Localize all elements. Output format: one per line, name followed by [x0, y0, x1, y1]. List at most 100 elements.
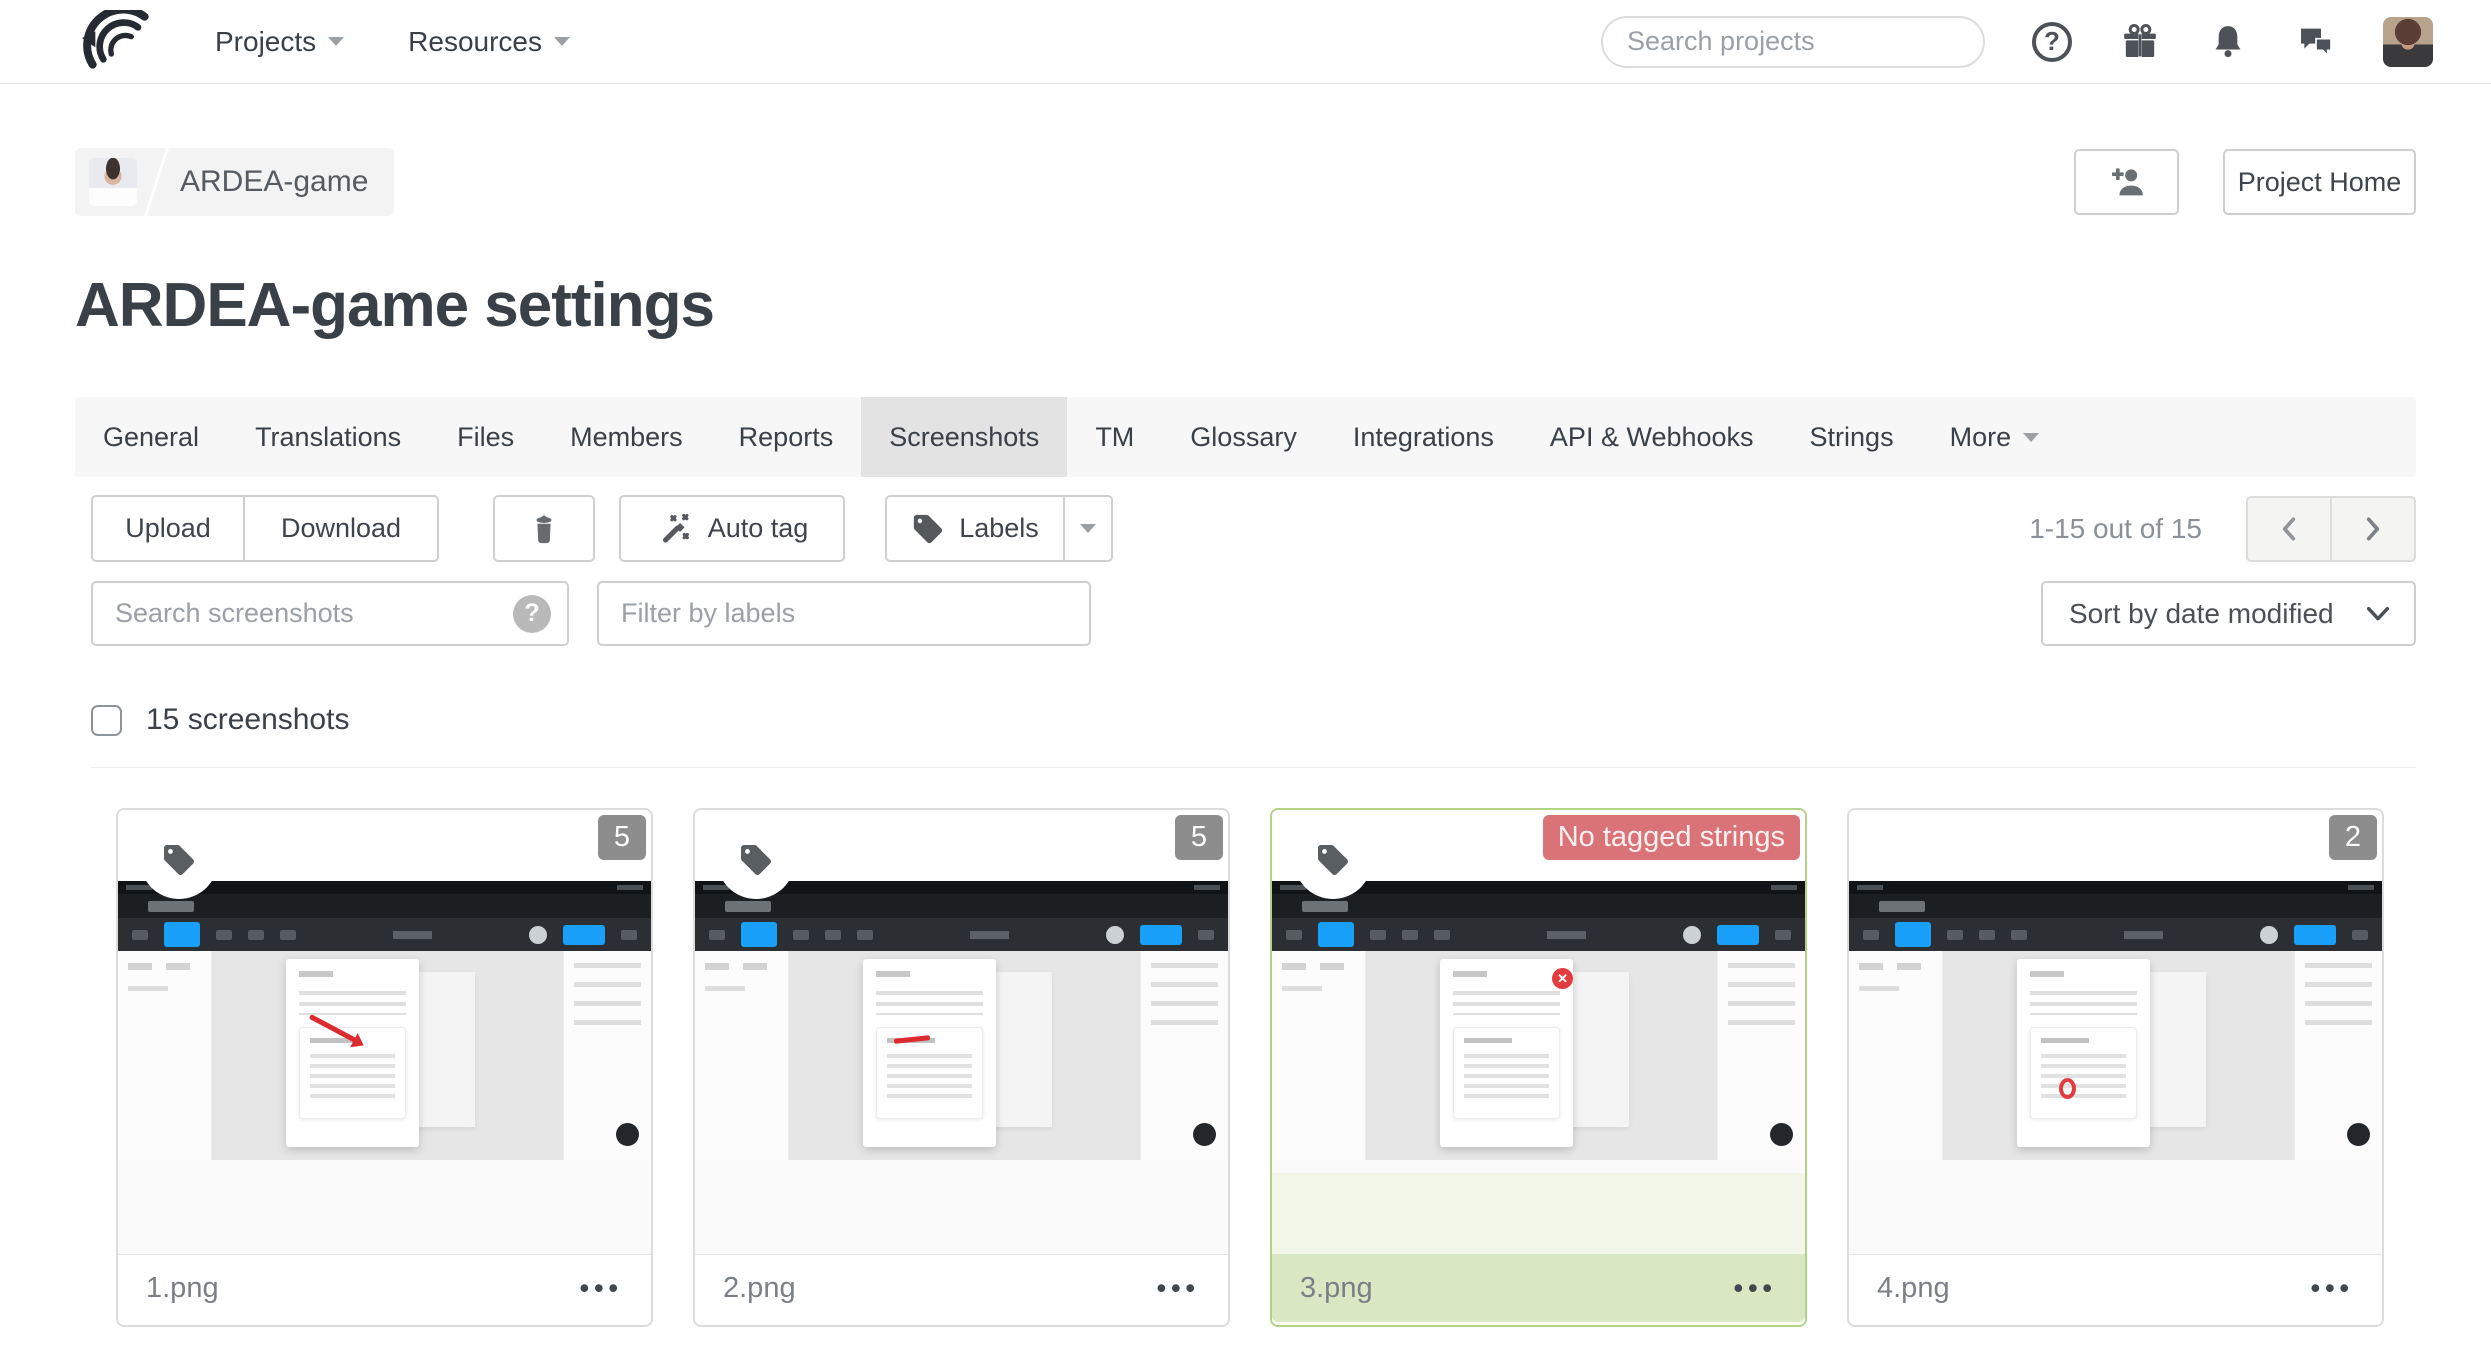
thumb-fab [616, 1123, 639, 1146]
thumb-browser-tabs [1272, 894, 1805, 918]
tab-glossary[interactable]: Glossary [1162, 397, 1325, 477]
tab-screenshots[interactable]: Screenshots [861, 397, 1068, 477]
chevron-down-icon [328, 37, 345, 46]
breadcrumb[interactable]: ARDEA-game [75, 148, 395, 216]
thumb-dialog [285, 959, 420, 1148]
trash-icon [536, 514, 552, 543]
thumb-app-toolbar [1849, 918, 2382, 951]
help-icon[interactable]: ? [2031, 21, 2073, 63]
delete-button[interactable] [493, 495, 595, 562]
thumb-app-toolbar [118, 918, 651, 951]
card-menu-button[interactable]: ••• [2311, 1273, 2354, 1304]
tab-label: Files [457, 421, 515, 452]
chevron-down-icon [1080, 524, 1096, 533]
messages-icon[interactable] [2295, 21, 2337, 63]
invite-user-button[interactable] [2074, 149, 2179, 215]
tab-translations[interactable]: Translations [227, 397, 429, 477]
screenshot-card[interactable]: 2 4.png ••• [1847, 808, 2384, 1327]
auto-tag-label: Auto tag [707, 513, 809, 543]
card-footer: 2.png ••• [695, 1255, 1228, 1322]
thumb-fab [1193, 1123, 1216, 1146]
screenshot-thumbnail[interactable] [1849, 881, 2382, 1173]
tag-icon [914, 514, 943, 543]
card-footer: 3.png ••• [1272, 1255, 1805, 1322]
card-menu-button[interactable]: ••• [580, 1273, 623, 1304]
card-body [118, 1173, 651, 1255]
screenshot-card[interactable]: 5 [116, 808, 653, 1327]
tag-circle-icon [1294, 821, 1372, 899]
labels-button[interactable]: Labels [885, 495, 1065, 562]
tab-label: Members [570, 421, 683, 452]
next-page-button[interactable] [2330, 495, 2416, 562]
app-logo-icon[interactable] [75, 9, 171, 75]
tab-tm[interactable]: TM [1067, 397, 1162, 477]
thumb-fab [2347, 1123, 2370, 1146]
labels-dropdown-button[interactable] [1063, 495, 1113, 562]
select-all-checkbox[interactable] [91, 704, 122, 736]
screenshots-toolbar: Upload Download Auto tag Labels 1-15 out… [91, 495, 2416, 562]
search-help-icon[interactable]: ? [513, 594, 551, 633]
tab-strings[interactable]: Strings [1782, 397, 1922, 477]
thumb-dialog [862, 959, 997, 1148]
prev-page-button[interactable] [2246, 495, 2332, 562]
status-badge: 5 [1175, 815, 1223, 860]
screenshot-card[interactable]: No tagged strings ✕ 3.png ••• [1270, 808, 1807, 1327]
tab-integrations[interactable]: Integrations [1325, 397, 1522, 477]
tab-more[interactable]: More [1922, 397, 2068, 477]
download-button[interactable]: Download [243, 495, 439, 562]
thumb-left-panel [1849, 951, 1943, 1160]
thumb-status-bar [1849, 881, 2382, 894]
tab-general[interactable]: General [75, 397, 227, 477]
chevron-down-icon [2023, 432, 2040, 442]
nav-resources[interactable]: Resources [408, 26, 570, 58]
status-badge: 5 [598, 815, 646, 860]
screenshot-filename: 1.png [146, 1272, 219, 1304]
tag-circle-icon [140, 821, 218, 899]
sort-select[interactable]: Sort by date modified [2041, 581, 2416, 646]
global-search [1601, 15, 1985, 68]
thumb-canvas [1366, 951, 1717, 1160]
thumb-browser-tabs [118, 894, 651, 918]
project-home-button[interactable]: Project Home [2223, 149, 2416, 215]
annotation-mark [1552, 967, 1574, 989]
thumb-app-toolbar [695, 918, 1228, 951]
chevron-down-icon [2366, 606, 2390, 620]
upload-button[interactable]: Upload [91, 495, 245, 562]
thumb-browser-tabs [695, 894, 1228, 918]
user-avatar[interactable] [2383, 16, 2433, 67]
tab-api-webhooks[interactable]: API & Webhooks [1522, 397, 1782, 477]
status-badge: 2 [2329, 815, 2377, 860]
gift-icon[interactable] [2119, 21, 2161, 63]
main-nav: Projects Resources [215, 26, 570, 58]
screenshot-thumbnail[interactable] [118, 881, 651, 1173]
sort-select-value: Sort by date modified [2069, 597, 2334, 629]
nav-resources-label: Resources [408, 25, 542, 57]
screenshot-card[interactable]: 5 [693, 808, 1230, 1327]
tab-members[interactable]: Members [542, 397, 711, 477]
screenshot-filename: 4.png [1877, 1272, 1950, 1304]
chevron-right-icon [2366, 516, 2380, 541]
pagination-range: 1-15 out of 15 [2029, 512, 2202, 544]
chevron-left-icon [2282, 516, 2296, 541]
thumb-left-panel [695, 951, 789, 1160]
tab-reports[interactable]: Reports [711, 397, 862, 477]
tab-files[interactable]: Files [429, 397, 542, 477]
nav-projects-label: Projects [215, 25, 317, 57]
card-body [695, 1173, 1228, 1255]
notifications-icon[interactable] [2207, 21, 2249, 63]
tab-label: Integrations [1352, 421, 1494, 452]
nav-projects[interactable]: Projects [215, 25, 345, 58]
screenshot-thumbnail[interactable] [695, 881, 1228, 1173]
search-screenshots-input[interactable] [115, 598, 513, 629]
card-menu-button[interactable]: ••• [1734, 1273, 1777, 1304]
search-input[interactable] [1627, 26, 1981, 57]
card-menu-button[interactable]: ••• [1157, 1273, 1200, 1304]
status-badge: No tagged strings [1542, 815, 1800, 860]
magic-wand-icon [662, 513, 689, 543]
screenshot-thumbnail[interactable] [1272, 881, 1805, 1173]
auto-tag-button[interactable]: Auto tag [619, 495, 845, 562]
card-header: 5 [118, 810, 651, 899]
filter-labels-input[interactable] [621, 598, 1073, 629]
thumb-canvas [1943, 951, 2294, 1160]
page-title: ARDEA-game settings [75, 271, 715, 340]
